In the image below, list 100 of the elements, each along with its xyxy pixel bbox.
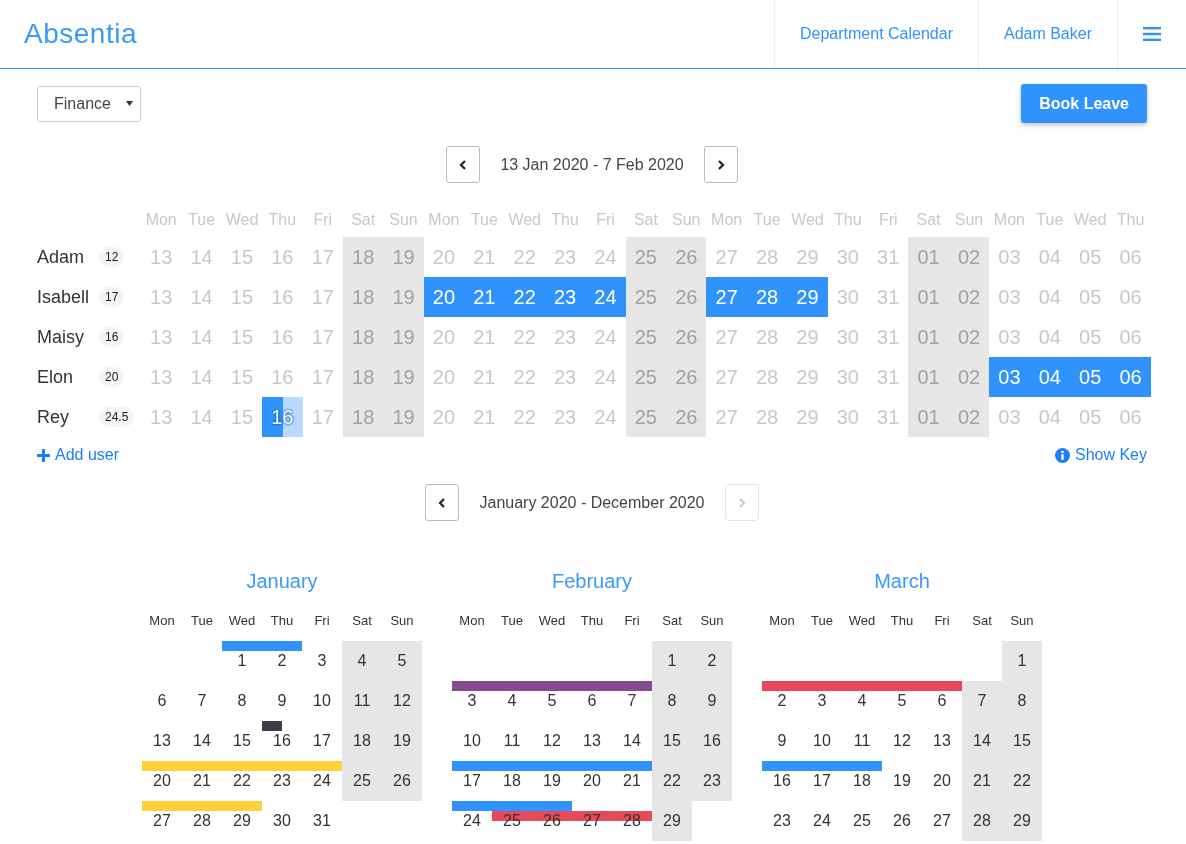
day-cell[interactable]: 5 (532, 681, 572, 721)
day-cell[interactable]: 13 (922, 721, 962, 761)
day-cell[interactable]: 26 (532, 801, 572, 841)
day-cell[interactable]: 4 (342, 641, 382, 681)
day-cell[interactable]: 1 (652, 641, 692, 681)
day-cell[interactable]: 25 (625, 317, 667, 357)
day-cell[interactable]: 26 (666, 237, 707, 277)
day-cell[interactable]: 10 (802, 721, 842, 761)
day-cell[interactable]: 12 (882, 721, 922, 761)
day-cell[interactable]: 01 (908, 397, 949, 437)
day-cell[interactable]: 06 (1110, 357, 1151, 397)
day-cell[interactable]: 15 (1002, 721, 1042, 761)
day-cell[interactable]: 20 (572, 761, 612, 801)
day-cell[interactable]: 20 (922, 761, 962, 801)
day-cell[interactable]: 9 (762, 721, 802, 761)
day-cell[interactable]: 24 (802, 801, 842, 841)
day-cell[interactable]: 8 (1002, 681, 1042, 721)
day-cell[interactable]: 28 (962, 801, 1002, 841)
day-cell[interactable]: 12 (382, 681, 422, 721)
day-cell[interactable]: 04 (1029, 357, 1070, 397)
day-cell[interactable]: 24 (452, 801, 492, 841)
day-cell[interactable]: 26 (666, 397, 707, 437)
day-cell[interactable]: 9 (262, 681, 302, 721)
day-cell[interactable]: 02 (948, 397, 990, 437)
day-cell[interactable]: 6 (922, 681, 962, 721)
day-cell[interactable]: 26 (666, 277, 707, 317)
day-cell[interactable]: 02 (948, 277, 990, 317)
day-cell[interactable]: 30 (262, 801, 302, 841)
day-cell[interactable]: 27 (922, 801, 962, 841)
day-cell[interactable]: 2 (262, 641, 302, 681)
day-cell[interactable]: 14 (962, 721, 1002, 761)
add-user-link[interactable]: Add user (37, 446, 120, 464)
day-cell[interactable]: 7 (612, 681, 652, 721)
day-cell[interactable]: 1 (1002, 641, 1042, 681)
day-cell[interactable]: 21 (464, 277, 505, 317)
day-cell[interactable]: 20 (142, 761, 182, 801)
day-cell[interactable]: 19 (383, 397, 424, 437)
day-cell[interactable]: 19 (532, 761, 572, 801)
day-cell[interactable]: 24 (585, 277, 626, 317)
day-cell[interactable]: 25 (842, 801, 882, 841)
day-cell[interactable]: 11 (842, 721, 882, 761)
day-cell[interactable]: 18 (842, 761, 882, 801)
day-cell[interactable]: 15 (652, 721, 692, 761)
day-cell[interactable]: 23 (692, 761, 732, 801)
day-cell[interactable]: 4 (492, 681, 532, 721)
day-cell[interactable]: 22 (1002, 761, 1042, 801)
day-cell[interactable]: 26 (882, 801, 922, 841)
nav-link[interactable]: Department Calendar (774, 0, 978, 68)
day-cell[interactable]: 8 (222, 681, 262, 721)
day-cell[interactable]: 8 (652, 681, 692, 721)
day-cell[interactable]: 1 (222, 641, 262, 681)
previous-button[interactable] (446, 146, 481, 183)
day-cell[interactable]: 18 (342, 237, 384, 277)
day-cell[interactable]: 27 (142, 801, 182, 841)
day-cell[interactable]: 25 (342, 761, 382, 801)
day-cell[interactable]: 25 (625, 277, 667, 317)
day-cell[interactable]: 6 (142, 681, 182, 721)
day-cell[interactable]: 01 (908, 237, 949, 277)
day-cell[interactable]: 26 (666, 357, 707, 397)
day-cell[interactable]: 25 (492, 801, 532, 841)
day-cell[interactable]: 10 (302, 681, 342, 721)
day-cell[interactable]: 22 (504, 277, 545, 317)
day-cell[interactable]: 19 (383, 357, 424, 397)
day-cell[interactable]: 29 (1002, 801, 1042, 841)
previous-button[interactable] (425, 484, 460, 521)
day-cell[interactable]: 01 (908, 317, 949, 357)
day-cell[interactable]: 01 (908, 357, 949, 397)
day-cell[interactable]: 13 (142, 721, 182, 761)
day-cell[interactable]: 2 (692, 641, 732, 681)
day-cell[interactable]: 23 (262, 761, 302, 801)
day-cell[interactable]: 17 (302, 721, 342, 761)
day-cell[interactable]: 23 (762, 801, 802, 841)
day-cell[interactable]: 21 (962, 761, 1002, 801)
day-cell[interactable]: 5 (382, 641, 422, 681)
day-cell[interactable]: 3 (802, 681, 842, 721)
day-cell[interactable]: 18 (342, 357, 384, 397)
day-cell[interactable]: 11 (342, 681, 382, 721)
day-cell[interactable]: 26 (666, 317, 707, 357)
day-cell[interactable]: 14 (612, 721, 652, 761)
day-cell[interactable]: 21 (612, 761, 652, 801)
day-cell[interactable]: 3 (302, 641, 342, 681)
department-select[interactable]: Finance (37, 85, 141, 122)
day-cell[interactable]: 28 (612, 801, 652, 841)
day-cell[interactable]: 18 (342, 277, 384, 317)
day-cell[interactable]: 16 (262, 721, 302, 761)
day-cell[interactable]: 14 (182, 721, 222, 761)
day-cell[interactable]: 17 (452, 761, 492, 801)
day-cell[interactable]: 10 (452, 721, 492, 761)
day-cell[interactable]: 21 (182, 761, 222, 801)
day-cell[interactable]: 18 (342, 317, 384, 357)
day-cell[interactable]: 03 (989, 357, 1030, 397)
next-button[interactable] (703, 146, 738, 183)
day-cell[interactable]: 02 (948, 317, 990, 357)
day-cell[interactable]: 9 (692, 681, 732, 721)
day-cell[interactable]: 27 (706, 277, 747, 317)
day-cell[interactable]: 16 (762, 761, 802, 801)
day-cell[interactable]: 5 (882, 681, 922, 721)
day-cell[interactable]: 11 (492, 721, 532, 761)
day-cell[interactable]: 16 (692, 721, 732, 761)
day-cell[interactable]: 23 (544, 277, 586, 317)
